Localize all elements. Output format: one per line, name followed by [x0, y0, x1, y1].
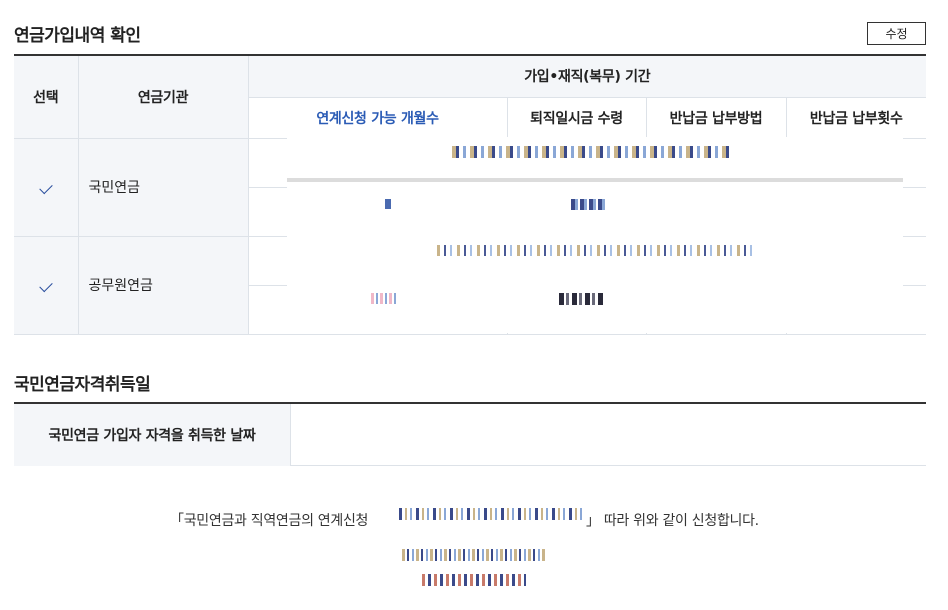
redacted-overlay — [287, 137, 903, 333]
redacted-text — [437, 245, 753, 256]
header-select: 선택 — [14, 54, 79, 139]
redacted-text — [385, 199, 391, 209]
header-retirement-lump-sum: 퇴직일시금 수령 — [507, 97, 647, 139]
redacted-applicant — [422, 574, 526, 586]
header-refund-method: 반납금 납부방법 — [646, 97, 787, 139]
statement-suffix: 」 따라 위와 같이 신청합니다. — [586, 513, 759, 529]
redacted-text — [571, 199, 605, 210]
redacted-text — [452, 146, 732, 158]
redacted-text — [371, 293, 397, 304]
statement-prefix: 「국민연금과 직역연금의 연계신청 — [170, 513, 369, 529]
qualification-label: 국민연금 가입자 자격을 취득한 날짜 — [14, 404, 291, 466]
row-select-civil-service[interactable] — [14, 236, 79, 335]
redacted-text — [559, 293, 605, 305]
header-pension-org: 연금기관 — [78, 54, 249, 139]
edit-button[interactable]: 수정 — [867, 22, 926, 45]
section-title-qualification-date: 국민연금자격취득일 — [14, 375, 151, 395]
header-period: 가입•재직(복무) 기간 — [248, 54, 926, 98]
row-select-national[interactable] — [14, 138, 79, 237]
header-linkable-months: 연계신청 가능 개월수 — [248, 97, 508, 139]
redacted-text — [399, 508, 585, 520]
check-icon — [39, 278, 53, 293]
redacted-date — [402, 549, 546, 561]
qualification-row: 국민연금 가입자 자격을 취득한 날짜 — [14, 402, 926, 466]
divider — [287, 178, 903, 182]
row-org-national: 국민연금 — [78, 138, 249, 237]
header-refund-count: 반납금 납부횟수 — [786, 97, 926, 139]
section-title-pension-history: 연금가입내역 확인 — [14, 26, 141, 46]
qualification-value — [291, 404, 926, 466]
check-icon — [39, 180, 53, 195]
application-statement: 「국민연금과 직역연금의 연계신청 」 따라 위와 같이 신청합니다. — [0, 508, 948, 529]
row-org-civil-service: 공무원연금 — [78, 236, 249, 335]
